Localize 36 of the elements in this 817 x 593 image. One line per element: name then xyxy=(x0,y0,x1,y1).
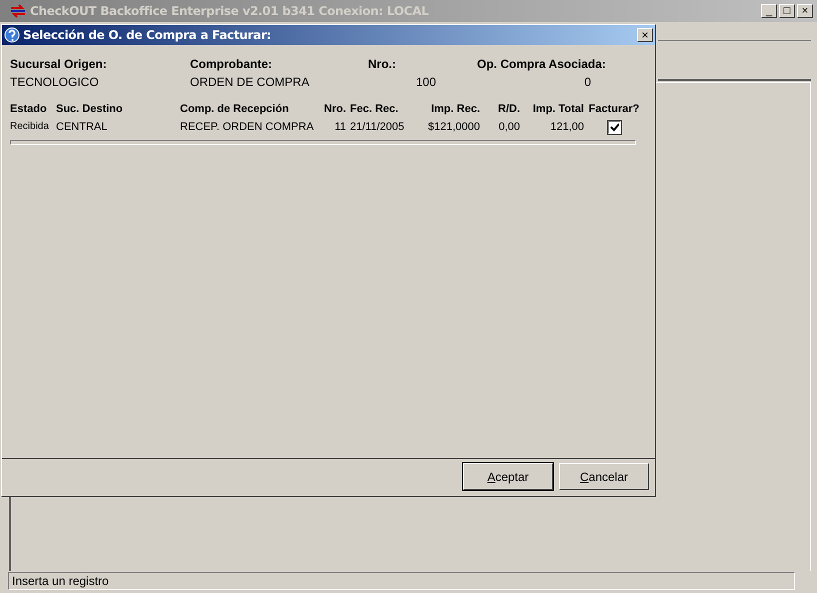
table-cell-text: Recibida xyxy=(10,121,50,134)
column-header: Imp. Total xyxy=(532,103,585,115)
table-cell-text: RECEP. ORDEN COMPRA xyxy=(180,121,315,134)
field-value: ORDEN DE COMPRA xyxy=(190,75,310,89)
status-text: Inserta un registro xyxy=(12,574,109,588)
table-cell-text: 21/11/2005 xyxy=(350,121,406,134)
dialog-button[interactable]: Aceptar xyxy=(463,463,553,490)
checkbox[interactable] xyxy=(608,121,620,134)
column-header: Facturar? xyxy=(588,103,640,115)
dialog-title: Selección de O. de Compra a Facturar: xyxy=(23,28,272,42)
column-header: Fec. Rec. xyxy=(350,103,400,115)
window-control[interactable]: _ xyxy=(761,4,777,18)
column-header: Estado xyxy=(10,103,48,115)
column-header: Nro. xyxy=(323,103,347,115)
column-header: R/D. xyxy=(497,103,521,115)
close-button[interactable]: × xyxy=(637,28,653,42)
table-cell-text: $121,0000 xyxy=(427,121,481,134)
field-label: Nro.: xyxy=(368,57,397,71)
field-value: 0 xyxy=(583,75,592,89)
field-value: TECNOLOGICO xyxy=(10,75,100,89)
column-header: Imp. Rec. xyxy=(430,103,481,115)
column-header: Suc. Destino xyxy=(56,103,124,115)
table-cell-text: 11 xyxy=(334,121,347,134)
field-label: Op. Compra Asociada: xyxy=(477,57,607,71)
window-control[interactable]: □ xyxy=(779,4,795,18)
field-label: Comprobante: xyxy=(190,57,273,71)
table-cell-text: 0,00 xyxy=(498,121,521,134)
table-cell-text: 121,00 xyxy=(549,121,585,134)
column-header: Comp. de Recepción xyxy=(180,103,290,115)
field-value: 100 xyxy=(415,75,438,89)
arrows-icon xyxy=(10,4,26,18)
table-cell-text: CENTRAL xyxy=(56,121,108,134)
window-control[interactable]: × xyxy=(797,4,813,18)
help-icon xyxy=(4,27,20,43)
dialog-button[interactable]: Cancelar xyxy=(559,463,649,490)
field-label: Sucursal Origen: xyxy=(10,57,108,71)
